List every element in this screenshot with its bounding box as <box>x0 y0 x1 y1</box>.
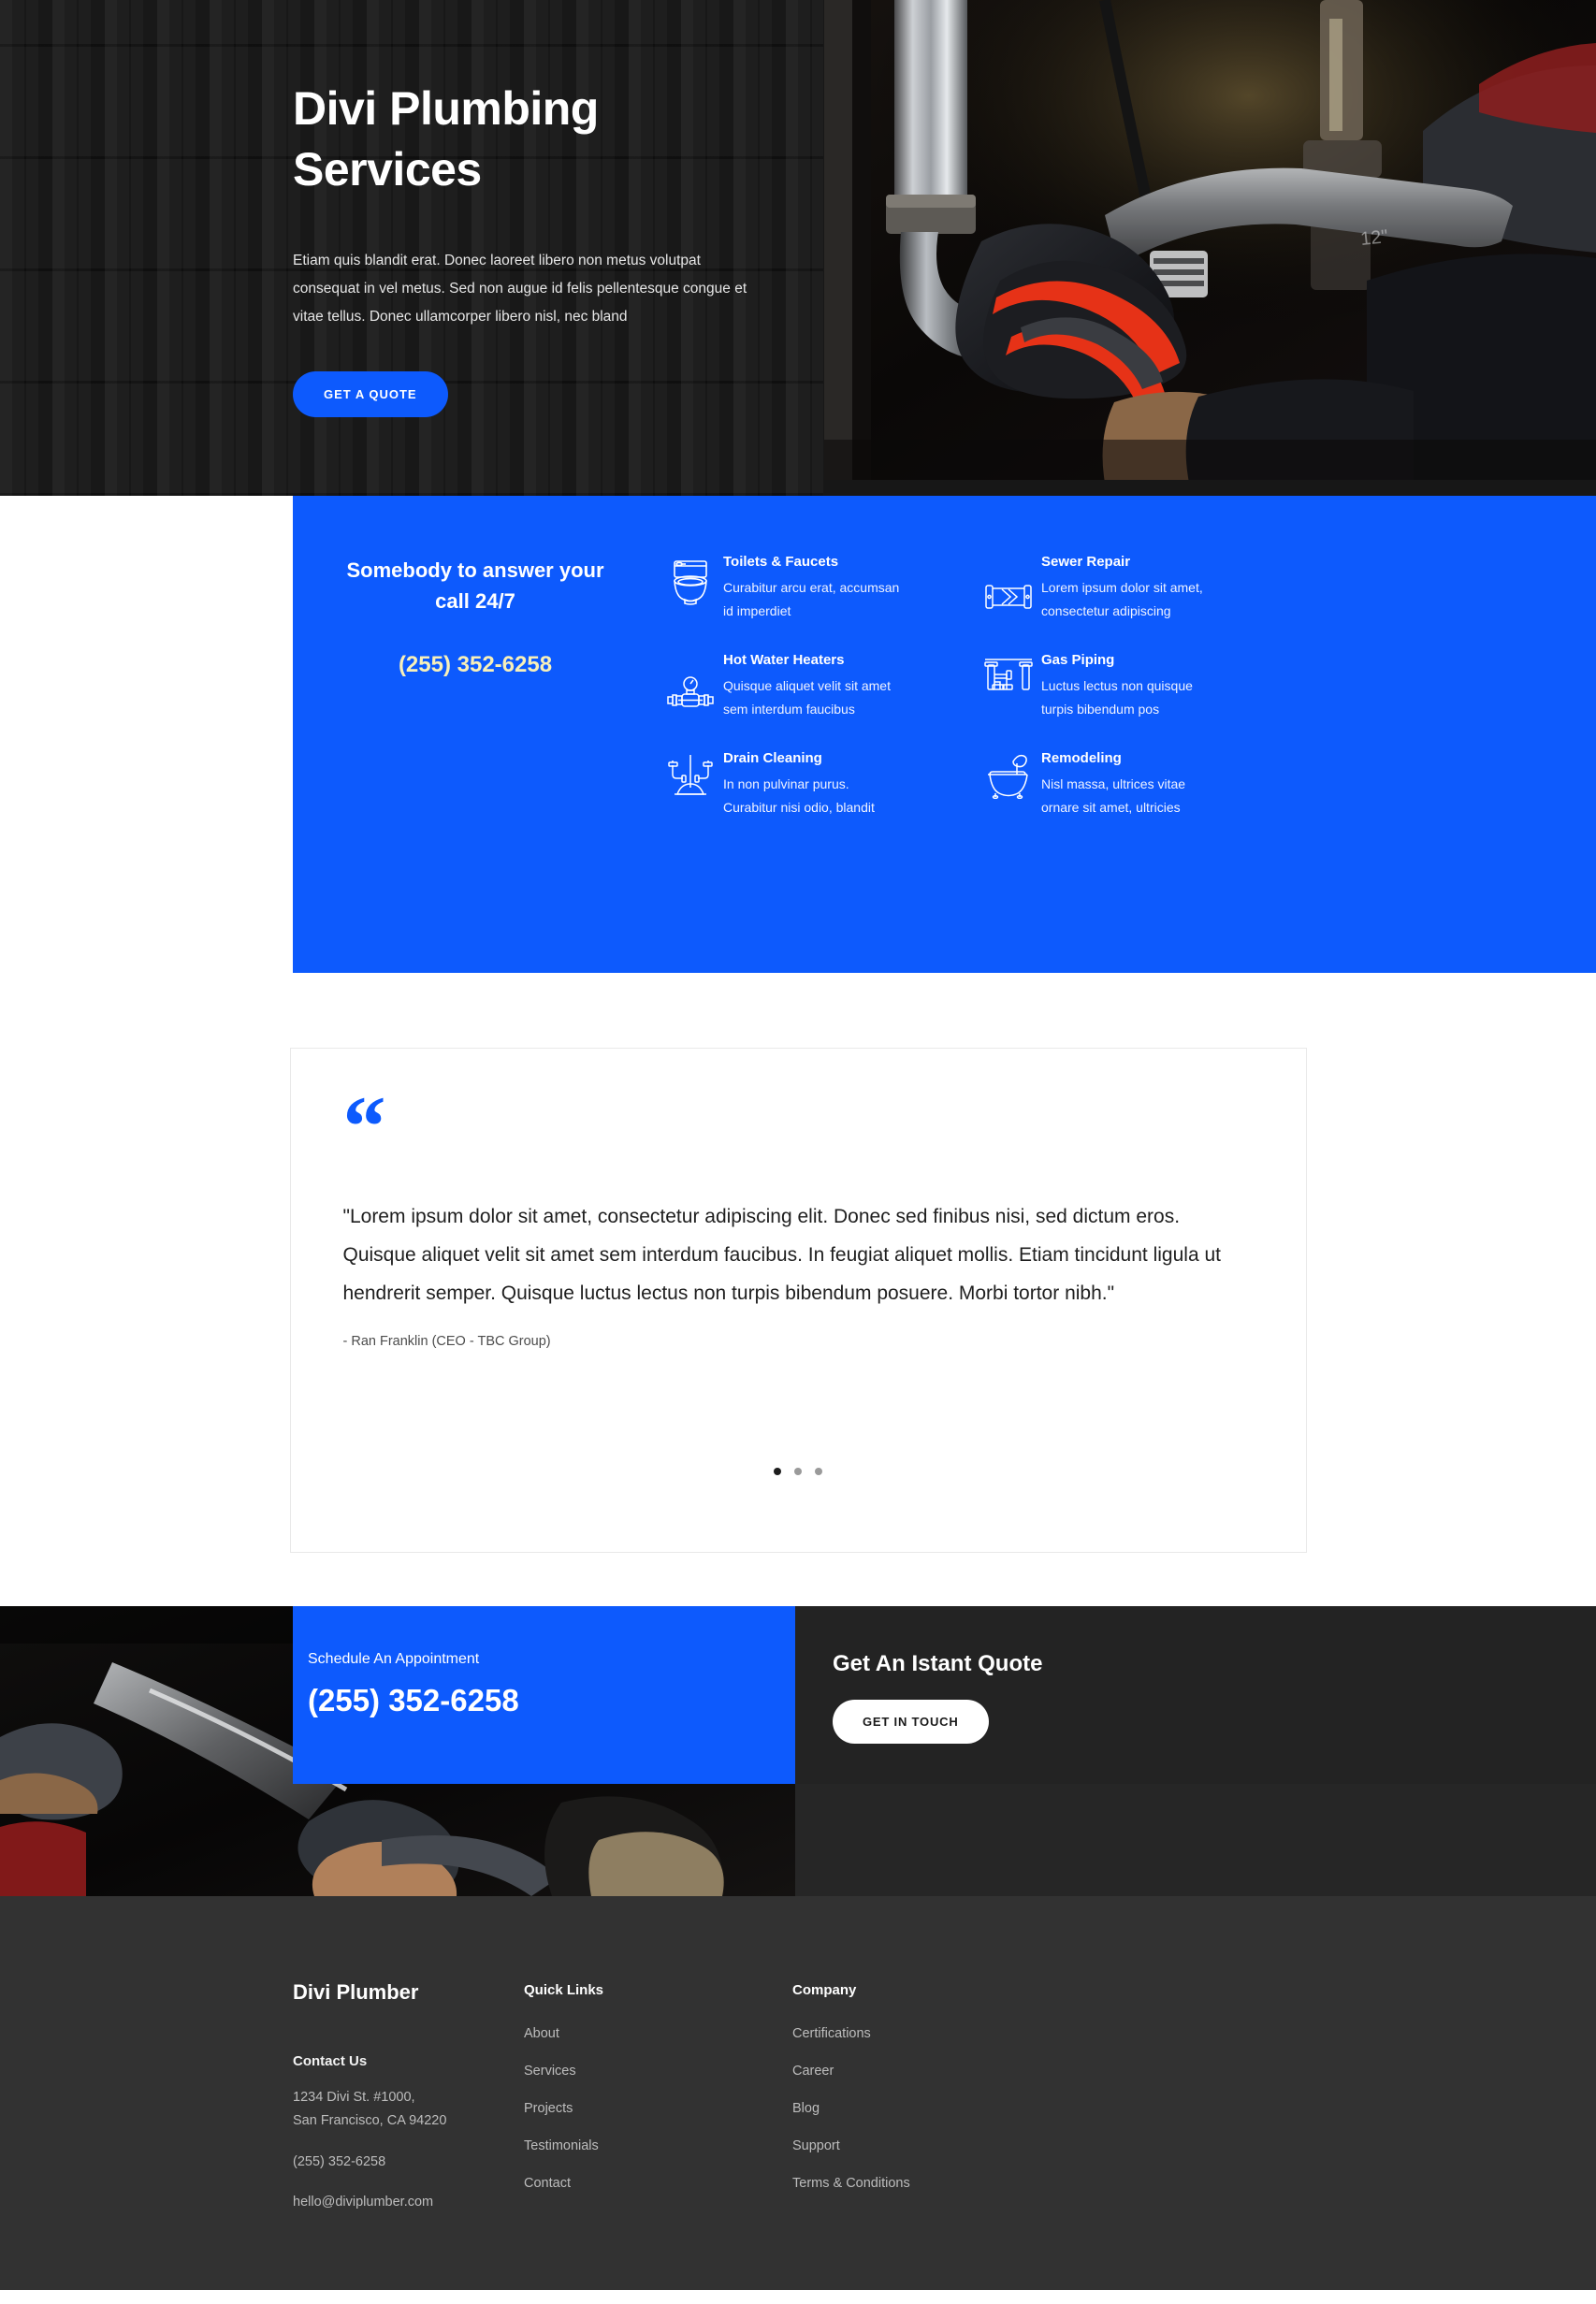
footer-link-certifications[interactable]: Certifications <box>792 2026 1061 2041</box>
hero-copy: Divi Plumbing Services Etiam quis blandi… <box>293 79 779 417</box>
service-item-gas-piping[interactable]: Gas Piping Luctus lectus non quisque tur… <box>976 652 1294 720</box>
footer-address-line-1: 1234 Divi St. #1000, <box>293 2090 415 2105</box>
service-desc: Luctus lectus non quisque turpis bibendu… <box>1041 678 1193 717</box>
footer-link-testimonials[interactable]: Testimonials <box>524 2138 792 2153</box>
service-desc: Quisque aliquet velit sit amet sem inter… <box>723 678 891 717</box>
service-name: Gas Piping <box>1041 652 1115 668</box>
sewer-pipe-icon <box>976 554 1041 622</box>
service-text: Remodeling Nisl massa, ultrices vitae or… <box>1041 750 1294 819</box>
service-item-remodeling[interactable]: Remodeling Nisl massa, ultrices vitae or… <box>976 750 1294 819</box>
carousel-dot-3[interactable] <box>815 1468 822 1475</box>
service-text: Hot Water Heaters Quisque aliquet velit … <box>723 652 976 720</box>
footer-link-contact[interactable]: Contact <box>524 2176 792 2191</box>
plunger-drain-icon <box>658 750 723 819</box>
schedule-label: Schedule An Appointment <box>308 1651 480 1667</box>
testimonial-card: “ "Lorem ipsum dolor sit amet, consectet… <box>289 1048 1307 1553</box>
footer-address: 1234 Divi St. #1000, San Francisco, CA 9… <box>293 2086 524 2134</box>
footer-quick-links-column: Quick Links About Services Projects Test… <box>524 1980 792 2215</box>
get-in-touch-button[interactable]: GET IN TOUCH <box>833 1700 989 1744</box>
testimonial-quote: "Lorem ipsum dolor sit amet, consectetur… <box>342 1206 1221 1304</box>
cta-section: Schedule An Appointment (255) 352-6258 G… <box>0 1606 1596 1896</box>
service-item-hot-water-heaters[interactable]: Hot Water Heaters Quisque aliquet velit … <box>658 652 976 720</box>
quote-title: Get An Istant Quote <box>833 1651 1043 1676</box>
quote-icon: “ <box>342 1079 386 1174</box>
service-desc: Nisl massa, ultrices vitae ornare sit am… <box>1041 776 1186 815</box>
services-column-left: Toilets & Faucets Curabitur arcu erat, a… <box>658 496 976 973</box>
footer-brand-title: Divi Plumber <box>293 1980 419 2004</box>
hero-photo: 12" <box>824 0 1596 480</box>
footer-quick-links-title: Quick Links <box>524 1982 604 1998</box>
get-a-quote-button[interactable]: GET A QUOTE <box>293 370 448 417</box>
svg-text:12": 12" <box>1359 226 1388 250</box>
footer-phone[interactable]: (255) 352-6258 <box>293 2151 524 2174</box>
footer-contact-heading: Contact Us <box>293 2053 368 2069</box>
footer-email[interactable]: hello@diviplumber.com <box>293 2191 524 2214</box>
footer-link-terms[interactable]: Terms & Conditions <box>792 2176 1061 2191</box>
testimonial-section: “ "Lorem ipsum dolor sit amet, consectet… <box>0 973 1596 1606</box>
bathtub-icon <box>976 750 1041 819</box>
hero-paragraph: Etiam quis blandit erat. Donec laoreet l… <box>293 253 747 326</box>
service-item-sewer-repair[interactable]: Sewer Repair Lorem ipsum dolor sit amet,… <box>976 554 1294 622</box>
footer: Divi Plumber Contact Us 1234 Divi St. #1… <box>0 1896 1596 2290</box>
service-name: Sewer Repair <box>1041 554 1131 570</box>
services-blue-panel: Somebody to answer your call 24/7 (255) … <box>293 496 1596 973</box>
footer-address-line-2: San Francisco, CA 94220 <box>293 2113 447 2129</box>
footer-company-column: Company Certifications Career Blog Suppo… <box>792 1980 1061 2215</box>
footer-link-blog[interactable]: Blog <box>792 2101 1061 2116</box>
service-text: Gas Piping Luctus lectus non quisque tur… <box>1041 652 1294 720</box>
service-name: Toilets & Faucets <box>723 554 839 570</box>
service-name: Drain Cleaning <box>723 750 822 766</box>
footer-brand-column: Divi Plumber Contact Us 1234 Divi St. #1… <box>0 1980 524 2215</box>
services-callout: Somebody to answer your call 24/7 (255) … <box>293 496 658 973</box>
service-desc: Curabitur arcu erat, accumsan id imperdi… <box>723 580 900 618</box>
services-section: Somebody to answer your call 24/7 (255) … <box>0 496 1596 973</box>
cta-quote-panel: Get An Istant Quote GET IN TOUCH <box>833 1651 1300 1744</box>
page-title: Divi Plumbing Services <box>293 82 599 196</box>
footer-link-projects[interactable]: Projects <box>524 2101 792 2116</box>
hero-section: 12" Divi Plumbing Services Etiam quis bl… <box>0 0 1596 496</box>
footer-link-about[interactable]: About <box>524 2026 792 2041</box>
service-item-drain-cleaning[interactable]: Drain Cleaning In non pulvinar purus. Cu… <box>658 750 976 819</box>
footer-company-title: Company <box>792 1982 857 1998</box>
carousel-dot-2[interactable] <box>794 1468 802 1475</box>
gas-piping-icon <box>976 652 1041 720</box>
footer-link-career[interactable]: Career <box>792 2064 1061 2079</box>
footer-link-support[interactable]: Support <box>792 2138 1061 2153</box>
service-text: Toilets & Faucets Curabitur arcu erat, a… <box>723 554 976 622</box>
plumber-wrench-photo-icon: 12" <box>824 0 1596 480</box>
service-name: Hot Water Heaters <box>723 652 845 668</box>
water-heater-icon <box>658 652 723 720</box>
carousel-dot-1[interactable] <box>774 1468 781 1475</box>
service-text: Sewer Repair Lorem ipsum dolor sit amet,… <box>1041 554 1294 622</box>
callout-title: Somebody to answer your call 24/7 <box>346 558 604 613</box>
toilet-icon <box>658 554 723 622</box>
landing-page: 12" Divi Plumbing Services Etiam quis bl… <box>0 0 1596 2290</box>
service-item-toilets-faucets[interactable]: Toilets & Faucets Curabitur arcu erat, a… <box>658 554 976 622</box>
schedule-phone[interactable]: (255) 352-6258 <box>308 1683 795 1718</box>
cta-schedule-panel: Schedule An Appointment (255) 352-6258 <box>293 1606 795 1784</box>
footer-link-services[interactable]: Services <box>524 2064 792 2079</box>
service-text: Drain Cleaning In non pulvinar purus. Cu… <box>723 750 976 819</box>
carousel-dots[interactable] <box>291 1468 1306 1475</box>
service-desc: Lorem ipsum dolor sit amet, consectetur … <box>1041 580 1203 618</box>
services-column-right: Sewer Repair Lorem ipsum dolor sit amet,… <box>976 496 1294 973</box>
service-desc: In non pulvinar purus. Curabitur nisi od… <box>723 776 875 815</box>
testimonial-author: - Ran Franklin (CEO - TBC Group) <box>342 1333 551 1349</box>
service-name: Remodeling <box>1041 750 1122 766</box>
callout-phone[interactable]: (255) 352-6258 <box>330 652 620 678</box>
